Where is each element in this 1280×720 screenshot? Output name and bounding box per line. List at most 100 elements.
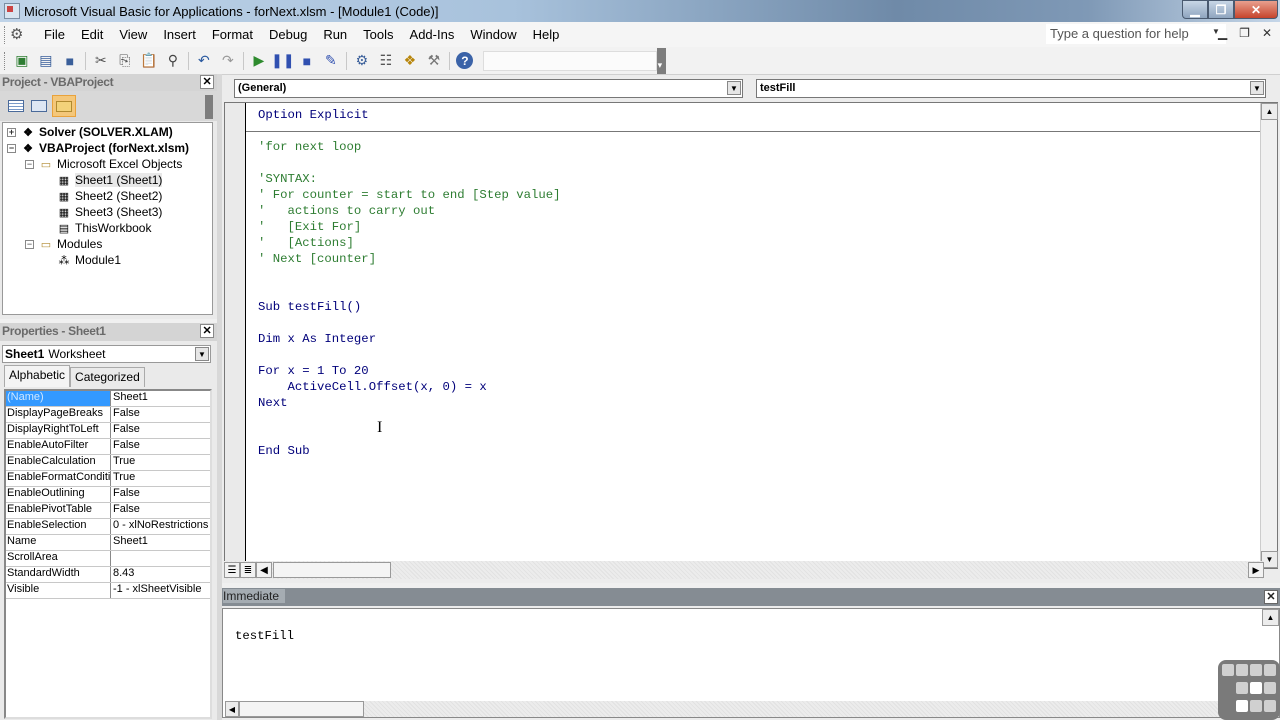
menu-edit[interactable]: Edit	[73, 27, 111, 42]
code-line[interactable]	[258, 347, 561, 363]
minimize-button[interactable]: ▁	[1182, 0, 1208, 19]
chevron-down-icon[interactable]: ▼	[195, 347, 209, 361]
property-value[interactable]: Sheet1	[111, 391, 210, 406]
scroll-up-button[interactable]: ▲	[1261, 103, 1278, 120]
scroll-left-button[interactable]: ◀	[256, 562, 272, 578]
code-line[interactable]: 'for next loop	[258, 139, 561, 155]
toggle-folders-button[interactable]	[52, 95, 76, 117]
property-row[interactable]: EnableCalculation True	[6, 455, 210, 471]
tab-alphabetic[interactable]: Alphabetic	[4, 365, 71, 387]
tree-item[interactable]: ▤ ThisWorkbook	[3, 220, 212, 236]
menu-run[interactable]: Run	[315, 27, 355, 42]
chevron-down-icon[interactable]: ▼	[1250, 81, 1264, 95]
menu-window[interactable]: Window	[462, 27, 524, 42]
code-horizontal-scrollbar[interactable]: ☰ ≣ ◀	[224, 561, 1264, 579]
keypad-key[interactable]	[1236, 700, 1248, 712]
property-row[interactable]: EnableFormatConditionsCalculationTrue	[6, 471, 210, 487]
menu-insert[interactable]: Insert	[155, 27, 204, 42]
view-excel-button[interactable]: ▣	[12, 51, 32, 71]
restore-button[interactable]: ❐	[1208, 0, 1234, 19]
close-button[interactable]: ✕	[1234, 0, 1278, 19]
collapse-icon[interactable]: −	[7, 143, 16, 153]
collapse-icon[interactable]: −	[25, 239, 34, 249]
keypad-key[interactable]	[1250, 682, 1262, 694]
property-value[interactable]: True	[111, 471, 210, 486]
immediate-close-button[interactable]: ✕	[1264, 590, 1278, 604]
property-value[interactable]: 0 - xlNoRestrictions	[111, 519, 210, 534]
find-button[interactable]: ⚲	[163, 51, 183, 71]
mdi-close-button[interactable]: ✕	[1262, 26, 1272, 40]
code-line[interactable]: ' actions to carry out	[258, 203, 561, 219]
code-line[interactable]: For x = 1 To 20	[258, 363, 561, 379]
keypad-key[interactable]	[1264, 682, 1276, 694]
code-line[interactable]: Dim x As Integer	[258, 331, 561, 347]
procedure-view-button[interactable]: ☰	[224, 562, 240, 578]
property-value[interactable]: False	[111, 407, 210, 422]
project-close-button[interactable]: ✕	[200, 75, 214, 89]
code-line[interactable]	[258, 427, 561, 443]
property-row[interactable]: DisplayPageBreaks False	[6, 407, 210, 423]
tree-item[interactable]: ▦ Sheet2 (Sheet2)	[3, 188, 212, 204]
keypad-key[interactable]	[1222, 664, 1234, 676]
full-module-view-button[interactable]: ≣	[240, 562, 256, 578]
code-line[interactable]: 'SYNTAX:	[258, 171, 561, 187]
keypad-key[interactable]	[1250, 700, 1262, 712]
property-value[interactable]: 8.43	[111, 567, 210, 582]
property-row[interactable]: EnableAutoFilter False	[6, 439, 210, 455]
code-line[interactable]: Option Explicit	[258, 107, 561, 123]
code-line[interactable]	[258, 315, 561, 331]
menu-help[interactable]: Help	[525, 27, 568, 42]
tree-item[interactable]: ⁂ Module1	[3, 252, 212, 268]
collapse-icon[interactable]: −	[25, 159, 34, 169]
tree-item[interactable]: − ❖ VBAProject (forNext.xlsm)	[3, 140, 212, 156]
help-button[interactable]: ?	[455, 51, 475, 71]
code-line[interactable]: End Sub	[258, 443, 561, 459]
view-code-button[interactable]	[6, 97, 26, 115]
code-line[interactable]: ' For counter = start to end [Step value…	[258, 187, 561, 203]
expand-icon[interactable]: +	[7, 127, 16, 137]
immediate-scroll-thumb[interactable]	[239, 701, 364, 717]
immediate-scroll-left-button[interactable]: ◀	[225, 701, 239, 717]
keypad-key[interactable]	[1264, 700, 1276, 712]
toolbar-options-button[interactable]	[656, 47, 667, 74]
code-line[interactable]: ' [Actions]	[258, 235, 561, 251]
view-object-button[interactable]	[29, 97, 49, 115]
property-value[interactable]: False	[111, 487, 210, 502]
menu-view[interactable]: View	[111, 27, 155, 42]
tree-item[interactable]: + ❖ Solver (SOLVER.XLAM)	[3, 124, 212, 140]
tree-item[interactable]: ▦ Sheet1 (Sheet1)	[3, 172, 212, 188]
property-row[interactable]: EnableSelection 0 - xlNoRestrictions	[6, 519, 210, 535]
tree-item[interactable]: − ▭ Modules	[3, 236, 212, 252]
menu-grip[interactable]	[4, 25, 7, 44]
horizontal-scroll-thumb[interactable]	[273, 562, 391, 578]
property-value[interactable]: Sheet1	[111, 535, 210, 550]
property-row[interactable]: ScrollArea	[6, 551, 210, 567]
margin-indicator-bar[interactable]	[225, 103, 246, 568]
keypad-key[interactable]	[1236, 682, 1248, 694]
property-row[interactable]: Name Sheet1	[6, 535, 210, 551]
cut-button[interactable]: ✂	[91, 51, 111, 71]
keypad-key[interactable]	[1250, 664, 1262, 676]
project-toolbar-options[interactable]	[205, 95, 213, 119]
object-combo[interactable]: (General) ▼	[234, 79, 743, 98]
break-button[interactable]: ❚❚	[271, 51, 294, 71]
code-line[interactable]: ActiveCell.Offset(x, 0) = x	[258, 379, 561, 395]
redo-button[interactable]: ↷	[218, 51, 238, 71]
copy-button[interactable]: ⎘	[115, 51, 135, 71]
paste-button[interactable]: 📋	[139, 51, 159, 71]
procedure-combo[interactable]: testFill ▼	[756, 79, 1266, 98]
code-line[interactable]	[258, 155, 561, 171]
mdi-restore-button[interactable]: ❐	[1239, 26, 1250, 40]
tree-item[interactable]: ▦ Sheet3 (Sheet3)	[3, 204, 212, 220]
immediate-scroll-up-button[interactable]: ▲	[1262, 609, 1279, 626]
code-line[interactable]: Sub testFill()	[258, 299, 561, 315]
property-row[interactable]: Visible -1 - xlSheetVisible	[6, 583, 210, 599]
undo-button[interactable]: ↶	[194, 51, 214, 71]
immediate-input[interactable]: testFill ▲ ◀	[222, 608, 1280, 718]
scroll-right-button[interactable]: ▶	[1248, 562, 1264, 578]
code-line[interactable]: ' [Exit For]	[258, 219, 561, 235]
properties-window-button[interactable]: ☷	[376, 51, 396, 71]
property-value[interactable]: False	[111, 503, 210, 518]
code-text[interactable]: Option Explicit 'for next loop 'SYNTAX: ' F…	[246, 107, 1266, 459]
property-value[interactable]: False	[111, 439, 210, 454]
